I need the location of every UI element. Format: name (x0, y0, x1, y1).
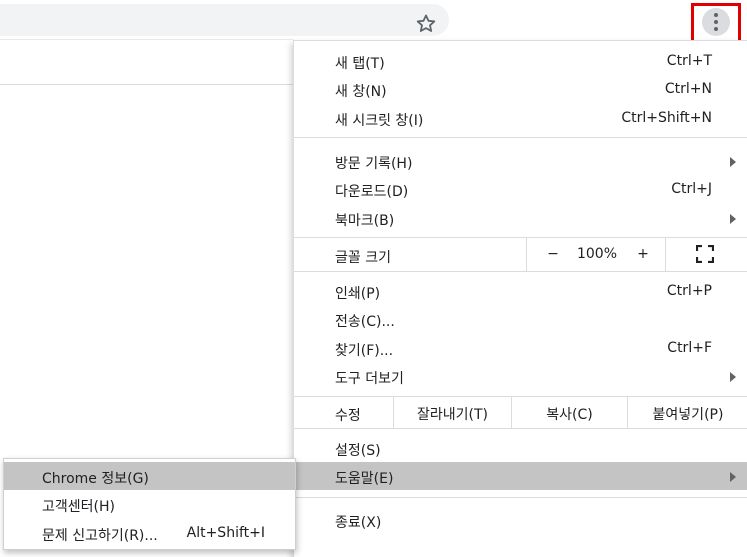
menu-item-label: 설정(S) (335, 443, 381, 459)
address-bar[interactable] (0, 4, 449, 36)
menu-item-help[interactable]: 도움말(E) (294, 462, 747, 490)
submenu-item-help-center[interactable]: 고객센터(H) (4, 490, 295, 518)
menu-item-label: 종료(X) (335, 515, 382, 531)
submenu-arrow-icon (730, 472, 736, 482)
menu-item-settings[interactable]: 설정(S) (294, 434, 747, 462)
menu-item-label: 새 시크릿 창(I) (335, 113, 424, 129)
menu-item-label: 찾기(F)... (335, 343, 394, 359)
menu-item-print[interactable]: 인쇄(P) Ctrl+P (294, 277, 747, 305)
menu-item-bookmarks[interactable]: 북마크(B) (294, 204, 747, 232)
menu-item-find[interactable]: 찾기(F)... Ctrl+F (294, 334, 747, 362)
menu-item-label: 전송(C)... (335, 314, 395, 330)
menu-button-highlight (691, 3, 741, 43)
menu-item-cast[interactable]: 전송(C)... (294, 305, 747, 333)
paste-button-label: 붙여넣기(P) (652, 407, 724, 423)
zoom-label: 글꼴 크기 (335, 250, 391, 266)
menu-item-shortcut: Ctrl+N (664, 81, 712, 97)
copy-button-label: 복사(C) (546, 407, 593, 423)
edit-row: 수정 잘라내기(T) 복사(C) 붙여넣기(P) (294, 397, 747, 428)
submenu-item-shortcut: Alt+Shift+I (186, 525, 265, 541)
menu-item-label: 도구 더보기 (335, 371, 404, 387)
menu-item-new-tab[interactable]: 새 탭(T) Ctrl+T (294, 47, 747, 75)
submenu-item-label: 문제 신고하기(R)... (42, 528, 158, 544)
edit-label: 수정 (335, 408, 361, 424)
menu-dot (714, 27, 718, 31)
menu-item-shortcut: Ctrl+F (667, 340, 712, 356)
menu-item-label: 새 탭(T) (335, 56, 385, 72)
submenu-item-label: 고객센터(H) (42, 499, 115, 515)
fullscreen-icon[interactable] (696, 245, 714, 263)
menu-item-history[interactable]: 방문 기록(H) (294, 147, 747, 175)
zoom-controls: − 100% + (526, 238, 666, 271)
menu-item-label: 도움말(E) (335, 471, 394, 487)
submenu-item-report-issue[interactable]: 문제 신고하기(R)... Alt+Shift+I (4, 519, 295, 547)
menu-item-label: 북마크(B) (335, 213, 395, 229)
menu-separator (294, 497, 747, 498)
menu-dot (714, 13, 718, 17)
menu-item-shortcut: Ctrl+J (671, 181, 712, 197)
bookmark-bar-divider (0, 84, 293, 85)
menu-item-downloads[interactable]: 다운로드(D) Ctrl+J (294, 175, 747, 203)
chrome-menu-button[interactable] (702, 8, 730, 36)
toolbar-divider (0, 39, 293, 40)
submenu-arrow-icon (730, 214, 736, 224)
copy-button[interactable]: 복사(C) (511, 397, 627, 428)
zoom-row: 글꼴 크기 − 100% + (294, 238, 747, 271)
chrome-main-menu: 새 탭(T) Ctrl+T 새 창(N) Ctrl+N 새 시크릿 창(I) C… (293, 40, 747, 557)
zoom-level: 100% (576, 246, 618, 262)
menu-item-label: 다운로드(D) (335, 184, 409, 200)
menu-item-shortcut: Ctrl+Shift+N (621, 110, 712, 126)
menu-item-label: 인쇄(P) (335, 286, 381, 302)
help-submenu: Chrome 정보(G) 고객센터(H) 문제 신고하기(R)... Alt+S… (3, 458, 296, 550)
cut-button-label: 잘라내기(T) (417, 407, 488, 423)
paste-button[interactable]: 붙여넣기(P) (627, 397, 747, 428)
submenu-item-label: Chrome 정보(G) (42, 471, 149, 487)
menu-item-new-window[interactable]: 새 창(N) Ctrl+N (294, 75, 747, 103)
submenu-item-about-chrome[interactable]: Chrome 정보(G) (4, 462, 295, 490)
zoom-out-button[interactable]: − (545, 246, 561, 262)
menu-item-exit[interactable]: 종료(X) (294, 506, 747, 534)
menu-dot (714, 20, 718, 24)
menu-item-new-incognito[interactable]: 새 시크릿 창(I) Ctrl+Shift+N (294, 104, 747, 132)
menu-separator (294, 271, 747, 272)
menu-item-shortcut: Ctrl+T (666, 53, 712, 69)
bookmark-star-icon[interactable] (414, 12, 438, 36)
menu-item-label: 새 창(N) (335, 84, 387, 100)
zoom-in-button[interactable]: + (635, 246, 651, 262)
submenu-arrow-icon (730, 157, 736, 167)
menu-separator (294, 428, 747, 429)
menu-item-shortcut: Ctrl+P (666, 283, 712, 299)
submenu-arrow-icon (730, 372, 736, 382)
cut-button[interactable]: 잘라내기(T) (393, 397, 511, 428)
menu-item-label: 방문 기록(H) (335, 156, 413, 172)
menu-separator (294, 137, 747, 138)
browser-toolbar (0, 0, 747, 43)
menu-item-more-tools[interactable]: 도구 더보기 (294, 362, 747, 390)
